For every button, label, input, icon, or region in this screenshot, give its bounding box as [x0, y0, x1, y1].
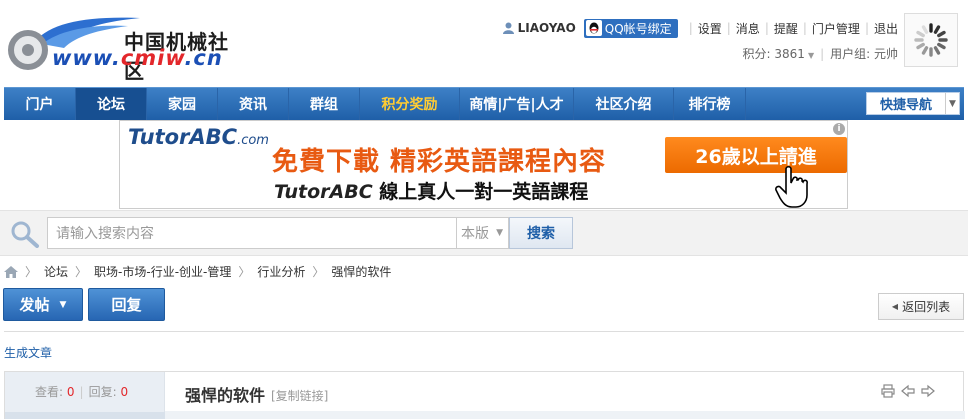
separator: |: [726, 21, 731, 35]
ad-banner[interactable]: TutorABC.com 免費下載 精彩英語課程內容 TutorABC 線上真人…: [119, 120, 848, 209]
chevron-down-icon: ▼: [59, 299, 67, 310]
generate-article-link[interactable]: 生成文章: [4, 344, 52, 361]
breadcrumb-item-forum[interactable]: 论坛: [44, 263, 68, 280]
ad-cta-button[interactable]: 26歲以上請進: [665, 137, 847, 173]
user-toolbar: LIAOYAO QQ帐号绑定 | 设置 | 消息 | 提醒 | 门户管理 | 退…: [502, 16, 898, 40]
thread-header-footer: [165, 411, 965, 419]
avatar[interactable]: [904, 13, 958, 67]
views-count: 0: [66, 385, 75, 399]
qq-penguin-icon: [585, 20, 602, 36]
user-icon: [502, 22, 514, 34]
breadcrumb-separator: 〉: [25, 265, 38, 279]
thread-stats-panel: 查看: 0 | 回复: 0: [5, 372, 165, 419]
points-menu[interactable]: 积分: 3861 ▼: [743, 45, 815, 62]
new-post-label: 发帖: [19, 296, 50, 314]
divider: [4, 331, 964, 332]
views-label: 查看:: [35, 385, 64, 399]
replies-label: 回复:: [88, 385, 117, 399]
nav-item-portal[interactable]: 门户: [4, 88, 76, 120]
ad-headline: 免費下載 精彩英語課程內容: [272, 147, 607, 177]
logo-url: www.cmiw.cn: [52, 46, 223, 70]
nav-item-business-ads-jobs[interactable]: 商情|广告|人才: [460, 88, 574, 120]
breadcrumb-separator: 〉: [312, 265, 325, 279]
qq-bind-label: QQ帐号绑定: [604, 21, 672, 36]
chevron-down-icon: ▼: [945, 93, 959, 114]
nav-item-groups[interactable]: 群组: [289, 88, 360, 120]
thread-tools: [881, 384, 935, 398]
notifications-link[interactable]: 提醒: [774, 20, 798, 37]
user-stats: 积分: 3861 ▼ | 用户组: 元帅: [743, 45, 898, 62]
breadcrumb-separator: 〉: [75, 265, 88, 279]
separator: |: [79, 385, 84, 399]
new-post-button[interactable]: 发帖 ▼: [3, 288, 83, 321]
thread-title: 强悍的软件: [185, 386, 266, 405]
nav-item-news[interactable]: 资讯: [218, 88, 289, 120]
chevron-left-icon: ◀: [891, 302, 899, 311]
points-label: 积分: 3861: [742, 47, 805, 61]
portal-admin-link[interactable]: 门户管理: [812, 20, 860, 37]
nav-item-about[interactable]: 社区介绍: [574, 88, 674, 120]
breadcrumb-item-board[interactable]: 行业分析: [257, 263, 305, 280]
search-button[interactable]: 搜索: [509, 217, 573, 249]
separator: |: [820, 46, 825, 61]
search-input[interactable]: 请输入搜索内容: [47, 217, 457, 249]
separator: |: [688, 21, 693, 35]
search-icon: [10, 220, 40, 248]
nav-item-home[interactable]: 家园: [147, 88, 218, 120]
main-nav: 门户 论坛 家园 资讯 群组 积分奖励 商情|广告|人才 社区介绍 排行榜 快捷…: [4, 87, 964, 120]
thread-stats: 查看: 0 | 回复: 0: [35, 383, 128, 400]
messages-link[interactable]: 消息: [736, 20, 760, 37]
next-thread-icon[interactable]: [921, 384, 935, 398]
search-scope-label: 本版: [461, 226, 489, 242]
separator: |: [764, 21, 769, 35]
breadcrumb-item-category[interactable]: 职场-市场-行业-创业-管理: [94, 263, 231, 280]
hand-cursor-icon: [774, 165, 814, 208]
logout-link[interactable]: 退出: [874, 20, 898, 37]
nav-item-rankings[interactable]: 排行榜: [674, 88, 746, 120]
reply-button[interactable]: 回复: [88, 288, 165, 321]
separator: |: [802, 21, 807, 35]
chevron-down-icon: ▼: [496, 228, 503, 238]
breadcrumb-separator: 〉: [238, 265, 251, 279]
ad-subline: TutorABC 線上真人一對一英語課程: [274, 181, 589, 203]
copy-link-button[interactable]: [复制链接]: [271, 387, 328, 404]
loading-spinner-icon: [914, 23, 948, 57]
settings-link[interactable]: 设置: [698, 20, 722, 37]
chevron-down-icon: ▼: [807, 51, 815, 60]
qq-bind-button[interactable]: QQ帐号绑定: [583, 18, 678, 38]
print-icon[interactable]: [881, 384, 895, 398]
home-icon[interactable]: [4, 265, 18, 278]
site-logo[interactable]: 中国机械社区 www.cmiw.cn: [6, 4, 246, 83]
thread-header: 查看: 0 | 回复: 0 强悍的软件 [复制链接]: [4, 371, 965, 419]
replies-count: 0: [120, 385, 129, 399]
username-link[interactable]: LIAOYAO: [518, 21, 576, 35]
breadcrumb: 〉 论坛 〉 职场-市场-行业-创业-管理 〉 行业分析 〉 强悍的软件: [4, 263, 391, 280]
back-to-list-label: 返回列表: [902, 300, 951, 314]
ad-brand: TutorABC.com: [128, 125, 269, 149]
quick-nav-label: 快捷导航: [879, 98, 932, 113]
separator: |: [864, 21, 869, 35]
previous-thread-icon[interactable]: [901, 384, 915, 398]
nav-item-forum[interactable]: 论坛: [76, 88, 147, 120]
user-group-link[interactable]: 用户组: 元帅: [830, 45, 898, 62]
search-scope-select[interactable]: 本版 ▼: [457, 217, 509, 249]
breadcrumb-item-thread[interactable]: 强悍的软件: [331, 263, 391, 280]
search-bar: 请输入搜索内容 本版 ▼ 搜索: [0, 210, 968, 256]
back-to-list-button[interactable]: ◀ 返回列表: [878, 293, 964, 320]
logo-wheel-icon: [8, 30, 48, 70]
nav-item-points-reward[interactable]: 积分奖励: [360, 88, 460, 120]
ad-info-icon[interactable]: i: [833, 123, 845, 135]
quick-nav-dropdown[interactable]: 快捷导航 ▼: [866, 92, 960, 115]
stats-panel-footer: [5, 412, 165, 419]
